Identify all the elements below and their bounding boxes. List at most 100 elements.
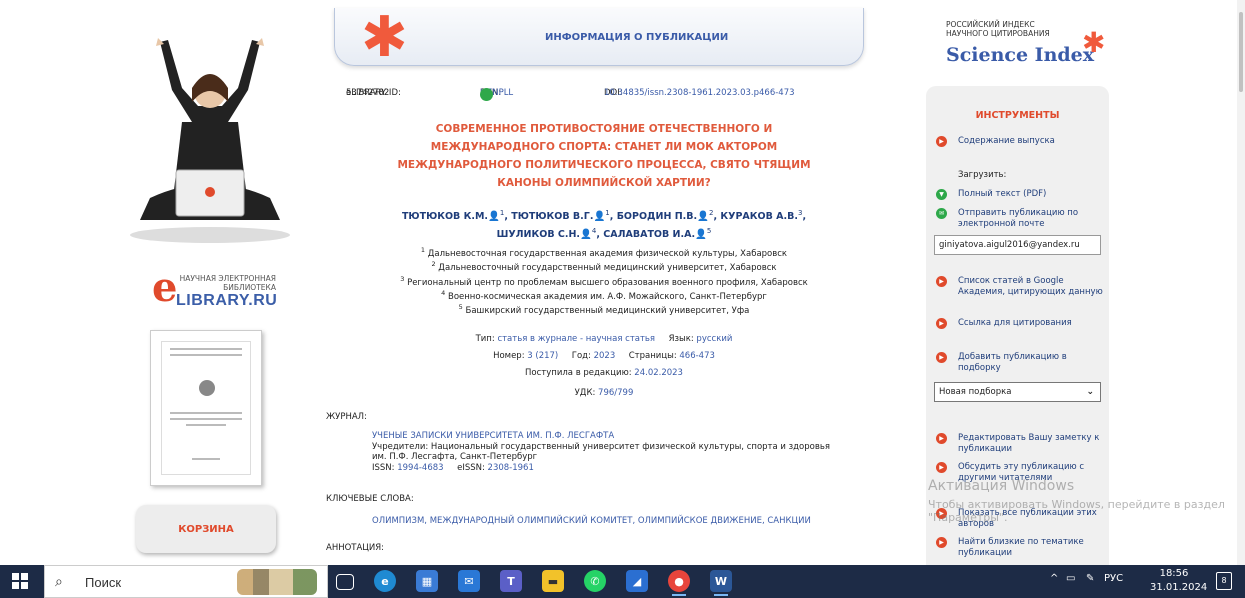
issue-contents-link[interactable]: ▶ Содержание выпуска xyxy=(936,136,1106,147)
udk-row: УДК: 796/799 xyxy=(574,388,634,398)
teams-icon[interactable]: T xyxy=(500,570,522,592)
journal-name-link[interactable]: УЧЕНЫЕ ЗАПИСКИ УНИВЕРСИТЕТА ИМ. П.Ф. ЛЕС… xyxy=(372,431,852,442)
udk-value: 796/799 xyxy=(598,388,634,398)
journal-cover[interactable] xyxy=(150,330,262,486)
arrow-right-icon: ▶ xyxy=(936,352,947,363)
store-icon[interactable]: ▦ xyxy=(416,570,438,592)
issue-row: Номер: 3 (217) Год: 2023 Страницы: 466-4… xyxy=(493,351,715,361)
edit-note-link[interactable]: ▶ Редактировать Вашу заметку к публикаци… xyxy=(936,433,1106,454)
author-link[interactable]: БОРОДИН П.В. xyxy=(617,211,697,222)
whatsapp-icon[interactable]: ✆ xyxy=(584,570,606,592)
author-icon: 👤 xyxy=(697,211,709,223)
chrome-icon[interactable]: ● xyxy=(668,570,690,596)
science-index-logo[interactable]: РОССИЙСКИЙ ИНДЕКС НАУЧНОГО ЦИТИРОВАНИЯ Sc… xyxy=(946,20,1106,70)
taskbar-clock[interactable]: 18:56 31.01.2024 xyxy=(1150,567,1208,595)
chevron-up-icon[interactable]: ^ xyxy=(1050,573,1058,584)
promo-illustration xyxy=(130,38,290,243)
affiliation-item: 2 Дальневосточный государственный медици… xyxy=(431,260,777,274)
author-link[interactable]: ТЮТЮКОВ В.Г. xyxy=(511,211,593,222)
affiliation-item: 3 Региональный центр по проблемам высшег… xyxy=(400,274,808,288)
article-title: СОВРЕМЕННОЕ ПРОТИВОСТОЯНИЕ ОТЕЧЕСТВЕННОГ… xyxy=(397,123,811,189)
windows-taskbar: ⌕ Поиск e ▦ ✉ T ▬ ✆ ◢ ● W ^ ▭ ✎ РУС 18:5… xyxy=(0,565,1245,598)
find-similar-link[interactable]: ▶ Найти близкие по тематике публикации xyxy=(936,537,1106,558)
mail-icon: ✉ xyxy=(936,208,947,219)
arrow-right-icon: ▶ xyxy=(936,276,947,287)
full-text-pdf-link[interactable]: ▼ Полный текст (PDF) xyxy=(936,189,1106,200)
asterisk-logo-icon: ✱ xyxy=(361,5,408,70)
arrow-right-icon: ▶ xyxy=(936,537,947,548)
identifiers-row: eLIBRARY ID: 53742782 EDN: HZNPLL DOI: 1… xyxy=(346,88,846,102)
collection-select[interactable]: Новая подборка ⌄ xyxy=(934,382,1101,402)
download-label: Загрузить: xyxy=(958,170,1007,180)
arrow-right-icon: ▶ xyxy=(936,318,947,329)
windows-activation-watermark: Активация Windows Чтобы активировать Win… xyxy=(928,478,1225,524)
word-icon[interactable]: W xyxy=(710,570,732,596)
journal-founders-cont: им. П.Ф. Лесгафта, Санкт-Петербург xyxy=(372,452,538,462)
issn-link[interactable]: 1994-4683 xyxy=(397,463,443,473)
author-link[interactable]: САЛАВАТОВ И.А. xyxy=(603,229,695,240)
send-email-link[interactable]: ✉ Отправить публикацию по электронной по… xyxy=(936,208,1106,229)
add-to-collection-link[interactable]: ▶ Добавить публикацию в подборку xyxy=(936,352,1106,373)
network-icon[interactable]: ▭ xyxy=(1066,573,1075,584)
annotation-section-label: АННОТАЦИЯ: xyxy=(326,543,385,553)
publication-header: ✱ ИНФОРМАЦИЯ О ПУБЛИКАЦИИ xyxy=(334,8,864,66)
cart-button[interactable]: КОРЗИНА xyxy=(136,505,276,553)
article-language: русский xyxy=(696,334,733,344)
received-date: 24.02.2023 xyxy=(634,368,683,378)
edge-icon[interactable]: e xyxy=(374,570,396,592)
chevron-down-icon: ⌄ xyxy=(1086,387,1094,397)
asterisk-icon: ✱ xyxy=(1082,26,1106,59)
arrow-right-icon: ▶ xyxy=(936,136,947,147)
doi-link[interactable]: 10.34835/issn.2308-1961.2023.03.p466-473 xyxy=(604,88,795,98)
journal-info: УЧЕНЫЕ ЗАПИСКИ УНИВЕРСИТЕТА ИМ. П.Ф. ЛЕС… xyxy=(372,431,852,473)
issue-number-link[interactable]: 3 (217) xyxy=(527,351,558,361)
clock-time: 18:56 xyxy=(1159,568,1189,579)
author-icon: 👤 xyxy=(488,211,500,223)
search-highlight-image xyxy=(237,569,317,595)
science-index-name: Science Index xyxy=(946,44,1095,66)
notifications-icon[interactable]: 8 xyxy=(1216,572,1232,590)
affiliation-item: 5 Башкирский государственный медицинский… xyxy=(458,303,750,317)
science-index-tagline: РОССИЙСКИЙ ИНДЕКС НАУЧНОГО ЦИТИРОВАНИЯ xyxy=(946,20,1050,38)
elibrary-tagline: НАУЧНАЯ ЭЛЕКТРОННАЯ БИБЛИОТЕКА xyxy=(179,274,276,292)
scrollbar-thumb[interactable] xyxy=(1239,12,1243,92)
author-icon: 👤 xyxy=(580,229,592,241)
author-link[interactable]: ШУЛИКОВ С.Н. xyxy=(497,229,580,240)
article-type: статья в журнале - научная статья xyxy=(497,334,656,344)
taskbar-search[interactable]: ⌕ Поиск xyxy=(44,565,328,598)
page-scrollbar[interactable] xyxy=(1237,0,1245,565)
task-view-icon[interactable] xyxy=(336,574,354,590)
journal-section-label: ЖУРНАЛ: xyxy=(326,412,367,422)
keywords-section-label: КЛЮЧЕВЫЕ СЛОВА: xyxy=(326,494,414,504)
arrow-right-icon: ▶ xyxy=(936,462,947,473)
journal-founders: Учредители: Национальный государственный… xyxy=(372,441,830,452)
collection-select-value: Новая подборка xyxy=(939,387,1012,397)
author-link[interactable]: КУРАКОВ А.В. xyxy=(720,211,798,222)
author-link[interactable]: ТЮТЮКОВ К.М. xyxy=(402,211,488,222)
app-icon[interactable]: ◢ xyxy=(626,570,648,592)
medal-icon xyxy=(199,380,215,396)
grid-icon[interactable] xyxy=(480,88,493,101)
elibrary-name: LIBRARY.RU xyxy=(176,292,278,309)
search-icon: ⌕ xyxy=(55,574,63,590)
tools-title: ИНСТРУМЕНТЫ xyxy=(975,110,1060,121)
page-title: ИНФОРМАЦИЯ О ПУБЛИКАЦИИ xyxy=(545,32,729,43)
file-explorer-icon[interactable]: ▬ xyxy=(542,570,564,592)
arrow-right-icon: ▶ xyxy=(936,433,947,444)
author-icon: 👤 xyxy=(695,229,707,241)
elibrary-logo[interactable]: e НАУЧНАЯ ЭЛЕКТРОННАЯ БИБЛИОТЕКА LIBRARY.… xyxy=(152,268,282,312)
pen-icon[interactable]: ✎ xyxy=(1086,573,1094,584)
windows-start-icon[interactable] xyxy=(12,573,28,589)
keywords-links[interactable]: ОЛИМПИЗМ, МЕЖДУНАРОДНЫЙ ОЛИМПИЙСКИЙ КОМИ… xyxy=(372,516,811,526)
received-row: Поступила в редакцию: 24.02.2023 xyxy=(525,368,683,378)
mail-icon[interactable]: ✉ xyxy=(458,570,480,592)
input-language[interactable]: РУС xyxy=(1104,573,1123,584)
google-scholar-link[interactable]: ▶ Список статей в Google Академия, цитир… xyxy=(936,276,1106,297)
year-value: 2023 xyxy=(593,351,616,361)
eissn-link[interactable]: 2308-1961 xyxy=(488,463,534,473)
clock-date: 31.01.2024 xyxy=(1150,582,1208,593)
affiliation-item: 1 Дальневосточная государственная академ… xyxy=(420,246,788,259)
cite-link[interactable]: ▶ Ссылка для цитирования xyxy=(936,318,1106,329)
affiliation-item: 4 Военно-космическая академия им. А.Ф. М… xyxy=(441,288,767,302)
email-field[interactable] xyxy=(934,235,1101,255)
